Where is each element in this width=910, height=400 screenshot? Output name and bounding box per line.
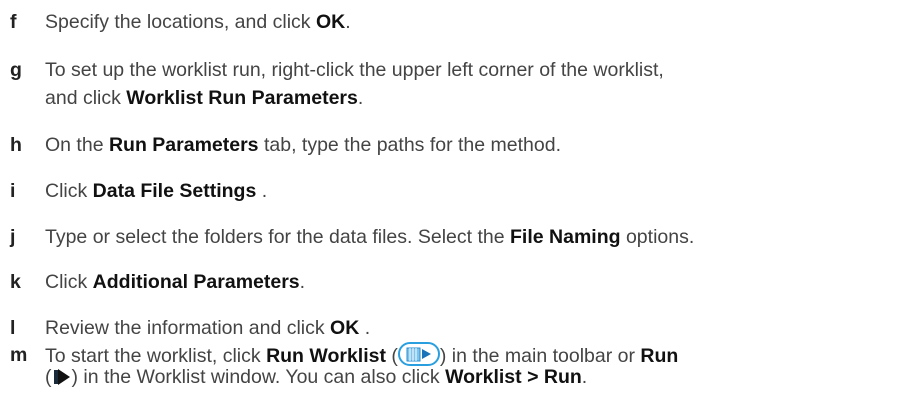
step-letter: i — [10, 180, 16, 202]
step-text: Specify the locations, and click OK. — [45, 11, 351, 33]
step-text: Type or select the folders for the data … — [45, 226, 695, 248]
step-letter: g — [10, 59, 22, 81]
file-naming-label: File Naming — [510, 226, 621, 248]
instruction-steps: f Specify the locations, and click OK. g… — [0, 0, 910, 400]
step-letter: f — [10, 11, 17, 33]
worklist-run-parameters-label: Worklist Run Parameters — [126, 87, 358, 109]
step-text: Click Additional Parameters. — [45, 271, 306, 293]
step-text: Click Data File Settings . — [45, 180, 268, 202]
ok-label: OK — [315, 11, 346, 33]
worklist-run-menu-path: Worklist > Run — [445, 366, 582, 388]
run-play-icon — [52, 367, 72, 394]
step-text: Review the information and click OK . — [45, 317, 371, 339]
run-label: Run — [640, 345, 679, 367]
additional-parameters-label: Additional Parameters — [92, 271, 300, 293]
step-text: On the Run Parameters tab, type the path… — [45, 134, 561, 156]
step-letter: h — [10, 134, 22, 156]
step-letter: l — [10, 317, 16, 339]
ok-label: OK — [330, 317, 360, 339]
step-letter: m — [10, 344, 28, 366]
step-letter: k — [10, 271, 21, 293]
data-file-settings-label: Data File Settings — [92, 180, 257, 202]
run-parameters-label: Run Parameters — [108, 134, 259, 156]
step-letter: j — [10, 226, 16, 248]
